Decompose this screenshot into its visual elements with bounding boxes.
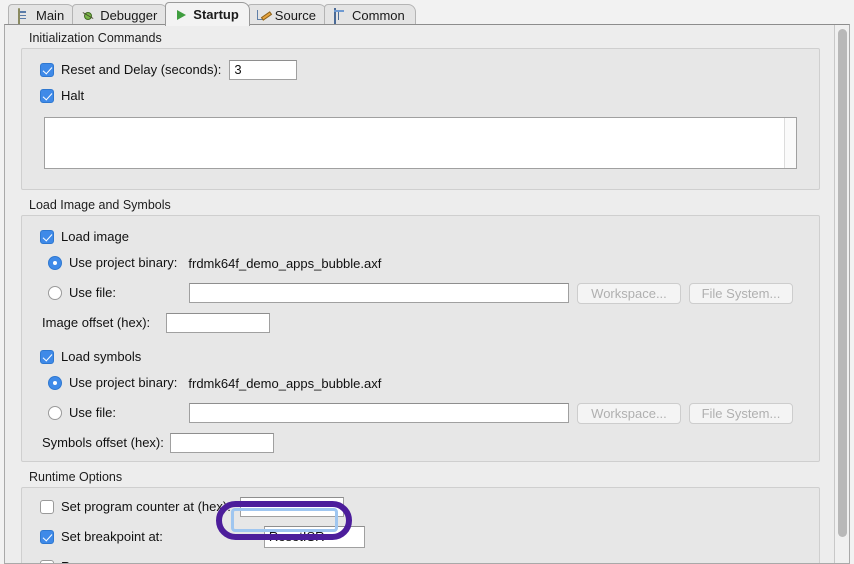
halt-checkbox[interactable]	[40, 89, 54, 103]
tab-debugger[interactable]: Debugger	[72, 4, 169, 26]
runtime-options-group: Runtime Options Set program counter at (…	[21, 470, 820, 564]
image-workspace-button[interactable]: Workspace...	[576, 282, 681, 304]
image-use-file-radio[interactable]	[48, 286, 62, 300]
symbols-filesystem-button[interactable]: File System...	[688, 402, 793, 424]
image-filesystem-button[interactable]: File System...	[688, 282, 793, 304]
launch-configuration-window: Main Debugger Startup Source Common Init…	[0, 0, 854, 564]
symbols-offset-input[interactable]	[169, 433, 274, 453]
tab-source[interactable]: Source	[246, 4, 327, 26]
initialization-commands-group: Initialization Commands Reset and Delay …	[21, 31, 820, 190]
load-image-label: Load image	[61, 229, 129, 244]
resume-row: Resume	[40, 554, 819, 564]
symbols-use-file-radio[interactable]	[48, 406, 62, 420]
tab-main[interactable]: Main	[8, 4, 76, 26]
table-icon	[333, 7, 347, 25]
halt-row: Halt	[40, 83, 819, 109]
set-program-counter-checkbox[interactable]	[40, 500, 54, 514]
image-offset-input[interactable]	[166, 313, 271, 333]
set-program-counter-input[interactable]	[239, 497, 344, 517]
image-file-input[interactable]	[188, 283, 569, 303]
image-project-binary-value: frdmk64f_demo_apps_bubble.axf	[188, 255, 382, 271]
reset-delay-seconds-input[interactable]: 3	[229, 60, 298, 80]
load-image-and-symbols-body: Load image Use project binary: frdmk64f_…	[21, 215, 820, 462]
image-use-file-label: Use file:	[69, 285, 116, 300]
tab-main-label: Main	[36, 8, 65, 23]
load-image-and-symbols-group: Load Image and Symbols Load image Use pr…	[21, 198, 820, 462]
image-use-project-binary-label: Use project binary:	[69, 255, 178, 270]
reset-and-delay-label: Reset and Delay (seconds):	[61, 62, 222, 77]
initialization-commands-text	[45, 118, 796, 124]
source-tree-icon	[256, 9, 270, 23]
symbols-project-binary-value: frdmk64f_demo_apps_bubble.axf	[188, 375, 382, 391]
resume-label: Resume	[61, 560, 109, 564]
tab-common-label: Common	[352, 8, 405, 23]
document-icon	[17, 7, 31, 25]
image-use-file-row: Use file: Workspace... File System...	[48, 280, 819, 306]
symbols-offset-row: Symbols offset (hex):	[42, 430, 819, 456]
startup-tab-content: Initialization Commands Reset and Delay …	[4, 24, 850, 564]
tab-source-label: Source	[274, 8, 316, 23]
set-program-counter-row: Set program counter at (hex):	[40, 494, 819, 520]
load-symbols-label: Load symbols	[61, 349, 142, 364]
tab-list: Main Debugger Startup Source Common	[8, 2, 416, 26]
load-image-row: Load image	[40, 224, 819, 250]
tab-strip: Main Debugger Startup Source Common	[0, 0, 854, 26]
resume-checkbox[interactable]	[40, 560, 54, 563]
set-breakpoint-label: Set breakpoint at:	[61, 529, 163, 544]
set-breakpoint-checkbox[interactable]	[40, 530, 54, 544]
reset-and-delay-row: Reset and Delay (seconds): 3	[40, 57, 819, 83]
load-symbols-row: Load symbols	[40, 344, 819, 370]
tab-startup[interactable]: Startup	[165, 2, 250, 26]
image-offset-label: Image offset (hex):	[42, 315, 151, 330]
startup-scroll-area: Initialization Commands Reset and Delay …	[5, 25, 834, 563]
symbols-use-project-binary-label: Use project binary:	[69, 375, 178, 390]
play-icon	[174, 8, 188, 22]
initialization-commands-textarea-scrollbar[interactable]	[784, 118, 796, 168]
load-image-and-symbols-title: Load Image and Symbols	[29, 198, 171, 212]
symbols-use-file-row: Use file: Workspace... File System...	[48, 400, 819, 426]
symbols-workspace-button[interactable]: Workspace...	[576, 402, 681, 424]
symbols-offset-label: Symbols offset (hex):	[42, 435, 164, 450]
load-symbols-checkbox[interactable]	[40, 350, 54, 364]
symbols-use-project-binary-radio[interactable]	[48, 376, 62, 390]
initialization-commands-title: Initialization Commands	[29, 31, 162, 45]
runtime-options-body: Set program counter at (hex): Set breakp…	[21, 487, 820, 564]
tab-startup-label: Startup	[193, 7, 239, 22]
vertical-scrollbar-thumb[interactable]	[838, 29, 847, 537]
image-use-project-binary-row: Use project binary: frdmk64f_demo_apps_b…	[48, 250, 819, 276]
image-offset-row: Image offset (hex):	[42, 310, 819, 336]
load-image-checkbox[interactable]	[40, 230, 54, 244]
symbols-file-input[interactable]	[188, 403, 569, 423]
tab-debugger-label: Debugger	[100, 8, 158, 23]
bug-icon	[81, 9, 95, 23]
tab-common[interactable]: Common	[324, 4, 416, 26]
set-breakpoint-at-input[interactable]: ResetISR	[263, 526, 365, 548]
initialization-commands-textarea[interactable]	[44, 117, 797, 169]
initialization-commands-body: Reset and Delay (seconds): 3 Halt	[21, 48, 820, 190]
image-use-project-binary-radio[interactable]	[48, 256, 62, 270]
set-program-counter-label: Set program counter at (hex):	[61, 499, 231, 514]
runtime-options-title: Runtime Options	[29, 470, 123, 484]
set-breakpoint-row: Set breakpoint at: ResetISR	[40, 524, 819, 550]
symbols-use-project-binary-row: Use project binary: frdmk64f_demo_apps_b…	[48, 370, 819, 396]
vertical-scrollbar[interactable]	[834, 25, 849, 563]
halt-label: Halt	[61, 88, 85, 103]
reset-and-delay-checkbox[interactable]	[40, 63, 54, 77]
symbols-use-file-label: Use file:	[69, 405, 116, 420]
